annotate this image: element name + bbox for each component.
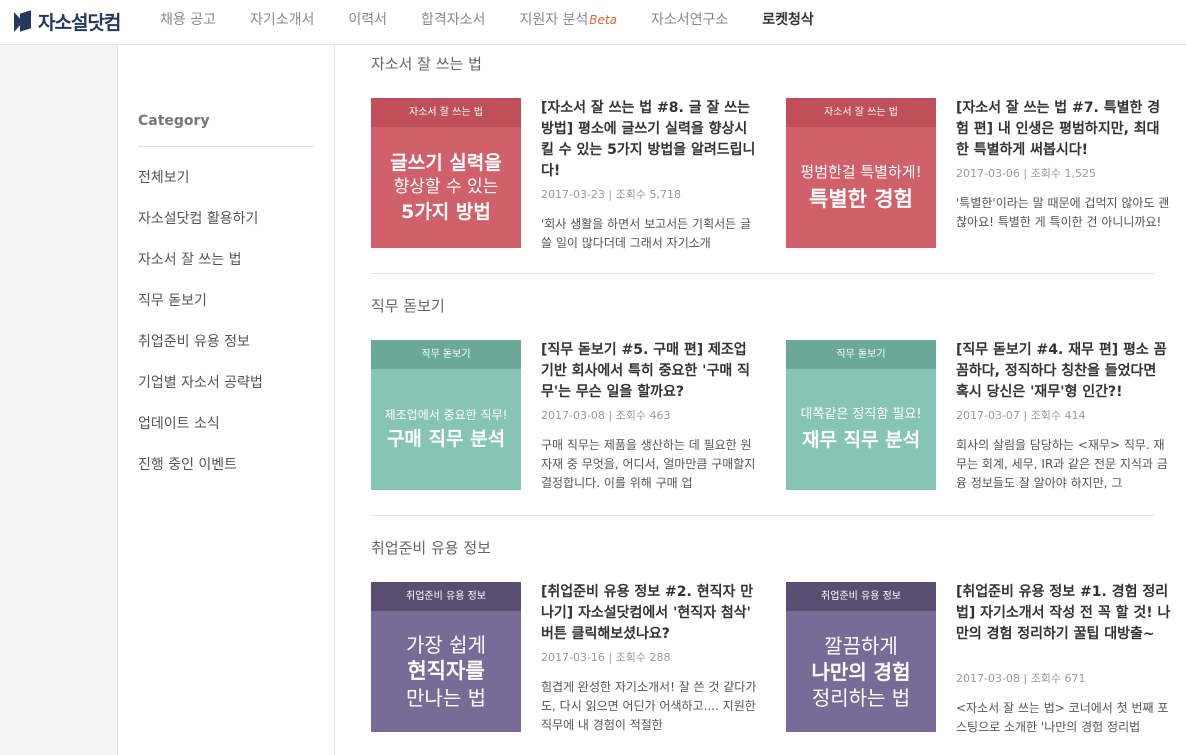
category-item-events[interactable]: 진행 중인 이벤트	[138, 454, 263, 495]
article-excerpt: <자소서 잘 쓰는 법> 코너에서 첫 번째 포스팅으로 소개한 '나만의 경험…	[956, 701, 1169, 734]
article-card[interactable]: 취업준비 유용 정보 가장 쉽게 현직자를 만나는 법 [취업준비 유용 정보 …	[371, 582, 771, 734]
main-nav: 채용 공고 자기소개서 이력서 합격자소서 지원자 분석Beta 자소서연구소 …	[138, 0, 814, 44]
thumbnail-text: 가장 쉽게 현직자를 만나는 법	[371, 611, 521, 732]
section-title-writing[interactable]: 자소서 잘 쓰는 법	[371, 53, 482, 74]
thumbnail-line: 5가지 방법	[401, 200, 491, 223]
article-meta: 2017-03-07 | 조회수 414	[956, 409, 1086, 422]
nav-label: 자기소개서	[249, 12, 315, 28]
category-list: 전체보기 자소설닷컴 활용하기 자소서 잘 쓰는 법 직무 돋보기 취업준비 유…	[138, 167, 263, 495]
section-divider	[371, 515, 1155, 516]
thumbnail-tag: 자소서 잘 쓰는 법	[786, 98, 936, 127]
article-thumbnail[interactable]: 자소서 잘 쓰는 법 글쓰기 실력을 향상할 수 있는 5가지 방법	[371, 98, 521, 248]
thumbnail-text: 글쓰기 실력을 향상할 수 있는 5가지 방법	[371, 127, 521, 248]
category-item-writing[interactable]: 자소서 잘 쓰는 법	[138, 249, 263, 290]
logo-text: 자소설닷컴	[38, 11, 121, 34]
thumbnail-line: 구매 직무 분석	[386, 428, 506, 451]
category-title: Category	[138, 113, 210, 129]
logo[interactable]: 자소설닷컴	[14, 8, 121, 34]
thumbnail-line: 제조업에서 중요한 직무!	[384, 407, 508, 422]
nav-item-applicant-analysis[interactable]: 지원자 분석Beta	[519, 0, 617, 44]
thumbnail-text: 대쪽같은 정직함 필요! 재무 직무 분석	[786, 369, 936, 490]
article-card[interactable]: 직무 돋보기 제조업에서 중요한 직무! 구매 직무 분석 [직무 돋보기 #5…	[371, 340, 771, 492]
nav-item-lab[interactable]: 자소서연구소	[651, 0, 728, 44]
article-title[interactable]: [자소서 잘 쓰는 법 #8. 글 잘 쓰는 방법] 평소에 글쓰기 실력을 향…	[541, 98, 757, 182]
article-meta: 2017-03-23 | 조회수 5,718	[541, 188, 681, 201]
article-thumbnail[interactable]: 직무 돋보기 대쪽같은 정직함 필요! 재무 직무 분석	[786, 340, 936, 490]
article-thumbnail[interactable]: 취업준비 유용 정보 가장 쉽게 현직자를 만나는 법	[371, 582, 521, 732]
article-meta: 2017-03-16 | 조회수 288	[541, 651, 671, 664]
article-thumbnail[interactable]: 자소서 잘 쓰는 법 평범한걸 특별하게! 특별한 경험	[786, 98, 936, 248]
article-excerpt: 구매 직무는 제품을 생산하는 데 필요한 원자재 중 무엇을, 어디서, 얼마…	[541, 438, 756, 490]
article-meta: 2017-03-06 | 조회수 1,525	[956, 167, 1096, 180]
thumbnail-line: 정리하는 법	[811, 685, 911, 710]
category-divider	[138, 146, 315, 147]
thumbnail-tag: 취업준비 유용 정보	[371, 582, 521, 611]
category-item-job-prep[interactable]: 취업준비 유용 정보	[138, 331, 263, 372]
nav-label: 로켓청삭	[762, 12, 814, 28]
thumbnail-line: 글쓰기 실력을	[390, 151, 502, 174]
thumbnail-line: 재무 직무 분석	[801, 428, 921, 451]
nav-item-cover-letter[interactable]: 자기소개서	[250, 0, 314, 44]
article-card[interactable]: 직무 돋보기 대쪽같은 정직함 필요! 재무 직무 분석 [직무 돋보기 #4.…	[786, 340, 1186, 492]
article-excerpt: '회사 생활을 하면서 보고서든 기획서든 글 쓸 일이 많다더데 그래서 자기…	[541, 217, 752, 250]
thumbnail-tag: 취업준비 유용 정보	[786, 582, 936, 611]
nav-label: 채용 공고	[160, 12, 216, 28]
article-excerpt: 힘겹게 완성한 자기소개서! 잘 쓴 것 같다가도, 다시 읽으면 어딘가 어색…	[541, 680, 757, 732]
thumbnail-text: 깔끔하게 나만의 경험 정리하는 법	[786, 611, 936, 732]
section-divider	[371, 273, 1155, 274]
article-title[interactable]: [취업준비 유용 정보 #1. 경험 정리법] 자기소개서 작성 전 꼭 할 것…	[956, 582, 1172, 666]
category-item-job[interactable]: 직무 돋보기	[138, 290, 263, 331]
nav-item-jobs[interactable]: 채용 공고	[160, 0, 216, 44]
article-card[interactable]: 자소서 잘 쓰는 법 평범한걸 특별하게! 특별한 경험 [자소서 잘 쓰는 법…	[786, 98, 1186, 250]
article-excerpt: '특별한'이라는 말 때문에 겁먹지 않아도 괜찮아요! 특별한 게 특이한 건…	[956, 196, 1170, 229]
category-item-all[interactable]: 전체보기	[138, 167, 263, 208]
article-thumbnail[interactable]: 직무 돋보기 제조업에서 중요한 직무! 구매 직무 분석	[371, 340, 521, 490]
thumbnail-line: 특별한 경험	[809, 186, 913, 211]
article-meta: 2017-03-08 | 조회수 463	[541, 409, 671, 422]
thumbnail-line: 깔끔하게	[824, 633, 898, 658]
thumbnail-line: 향상할 수 있는	[393, 177, 499, 198]
thumbnail-tag: 직무 돋보기	[371, 340, 521, 369]
nav-item-resume[interactable]: 이력서	[348, 0, 387, 44]
article-list: 자소서 잘 쓰는 법 자소서 잘 쓰는 법 글쓰기 실력을 향상할 수 있는 5…	[336, 45, 1186, 755]
category-item-usage[interactable]: 자소설닷컴 활용하기	[138, 208, 263, 249]
category-item-company[interactable]: 기업별 자소서 공략법	[138, 372, 263, 413]
nav-item-rocket-review[interactable]: 로켓청삭	[762, 0, 814, 44]
article-card[interactable]: 자소서 잘 쓰는 법 글쓰기 실력을 향상할 수 있는 5가지 방법 [자소서 …	[371, 98, 771, 250]
thumbnail-tag: 직무 돋보기	[786, 340, 936, 369]
nav-label: 지원자 분석	[519, 12, 589, 28]
article-thumbnail[interactable]: 취업준비 유용 정보 깔끔하게 나만의 경험 정리하는 법	[786, 582, 936, 732]
category-item-updates[interactable]: 업데이트 소식	[138, 413, 263, 454]
section-title-job[interactable]: 직무 돋보기	[371, 295, 445, 316]
nav-item-passed-letters[interactable]: 합격자소서	[421, 0, 485, 44]
thumbnail-line: 평범한걸 특별하게!	[800, 162, 922, 181]
thumbnail-line: 가장 쉽게	[406, 632, 486, 657]
thumbnail-line: 대쪽같은 정직함 필요!	[800, 407, 922, 423]
article-meta: 2017-03-08 | 조회수 671	[956, 672, 1086, 685]
thumbnail-line: 만나는 법	[406, 686, 486, 711]
thumbnail-line: 나만의 경험	[811, 659, 911, 684]
top-navigation-bar: 자소설닷컴 채용 공고 자기소개서 이력서 합격자소서 지원자 분석Beta 자…	[0, 0, 1186, 45]
article-excerpt: 회사의 살림을 담당하는 <재무> 직무. 재무는 회계, 세무, IR과 같은…	[956, 438, 1168, 490]
nav-label: 자소서연구소	[650, 12, 729, 28]
nav-label: 이력서	[348, 12, 388, 28]
beta-badge: Beta	[589, 13, 617, 27]
left-background	[0, 45, 117, 755]
thumbnail-line: 현직자를	[407, 658, 485, 683]
thumbnail-text: 평범한걸 특별하게! 특별한 경험	[786, 127, 936, 248]
section-title-job-prep[interactable]: 취업준비 유용 정보	[371, 537, 491, 558]
category-sidebar: Category 전체보기 자소설닷컴 활용하기 자소서 잘 쓰는 법 직무 돋…	[117, 45, 335, 755]
nav-label: 합격자소서	[421, 12, 486, 28]
article-card[interactable]: 취업준비 유용 정보 깔끔하게 나만의 경험 정리하는 법 [취업준비 유용 정…	[786, 582, 1186, 734]
thumbnail-tag: 자소서 잘 쓰는 법	[371, 98, 521, 127]
thumbnail-text: 제조업에서 중요한 직무! 구매 직무 분석	[371, 369, 521, 490]
logo-icon	[14, 10, 32, 32]
